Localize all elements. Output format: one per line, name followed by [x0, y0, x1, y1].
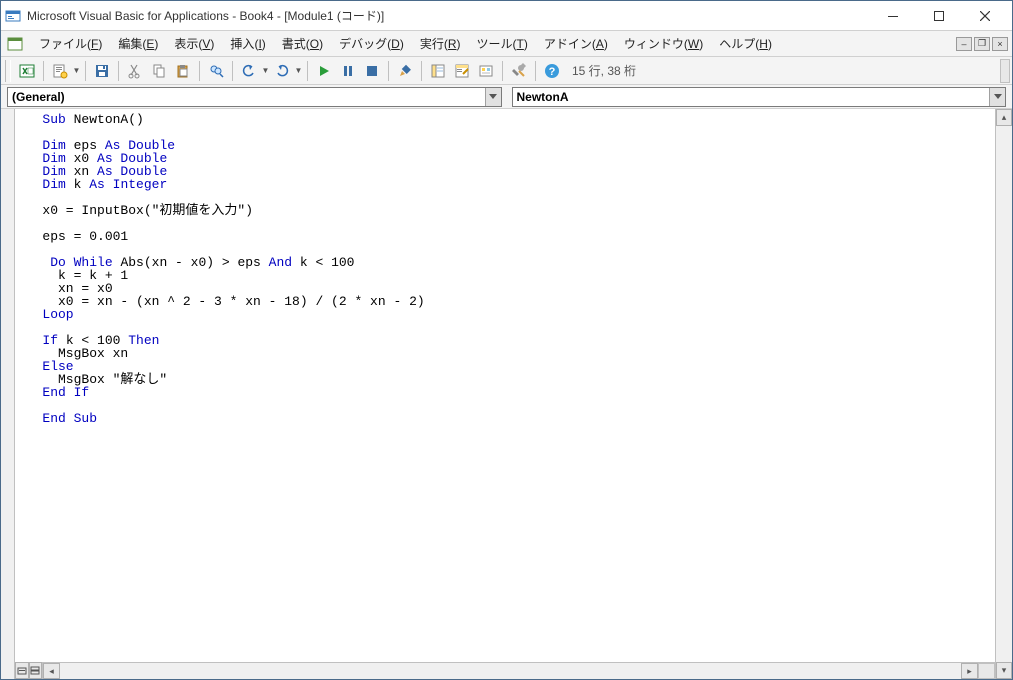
toolbar-overflow[interactable] — [1000, 59, 1010, 83]
menu-help[interactable]: ヘルプ(H) — [711, 32, 780, 55]
menu-bar: ファイル(F) 編集(E) 表示(V) 挿入(I) 書式(O) デバッグ(D) … — [1, 31, 1012, 57]
menu-addins[interactable]: アドイン(A) — [536, 32, 616, 55]
redo-button[interactable] — [271, 60, 293, 82]
mdi-controls: – ❐ × — [956, 37, 1008, 51]
menu-edit[interactable]: 編集(E) — [110, 32, 166, 55]
save-button[interactable] — [91, 60, 113, 82]
procedure-combo-value: NewtonA — [517, 90, 569, 104]
menu-run[interactable]: 実行(R) — [412, 32, 469, 55]
standard-toolbar: ▼ ▼ ▼ ? 15 行, 38 桁 — [1, 57, 1012, 85]
menu-debug[interactable]: デバッグ(D) — [331, 32, 412, 55]
undo-button[interactable] — [238, 60, 260, 82]
procedure-view-button[interactable] — [15, 662, 29, 679]
run-button[interactable] — [313, 60, 335, 82]
vertical-scrollbar[interactable]: ▴ ▾ — [995, 109, 1012, 679]
paste-button[interactable] — [172, 60, 194, 82]
cut-button[interactable] — [124, 60, 146, 82]
cursor-position-status: 15 行, 38 桁 — [572, 62, 636, 79]
project-explorer-button[interactable] — [427, 60, 449, 82]
close-button[interactable] — [962, 2, 1008, 30]
mdi-minimize-button[interactable]: – — [956, 37, 972, 51]
margin-indicator-bar[interactable] — [1, 109, 15, 679]
window-controls — [870, 2, 1008, 30]
help-button[interactable]: ? — [541, 60, 563, 82]
undo-dropdown-icon[interactable]: ▼ — [261, 60, 270, 82]
insert-module-button[interactable] — [49, 60, 71, 82]
redo-dropdown-icon[interactable]: ▼ — [294, 60, 303, 82]
window-title: Microsoft Visual Basic for Applications … — [27, 7, 870, 24]
insert-dropdown-icon[interactable]: ▼ — [72, 60, 81, 82]
design-mode-button[interactable] — [394, 60, 416, 82]
app-icon — [5, 8, 21, 24]
copy-button[interactable] — [148, 60, 170, 82]
object-procedure-bar: (General) NewtonA — [1, 85, 1012, 109]
menu-window[interactable]: ウィンドウ(W) — [616, 32, 711, 55]
code-editor[interactable]: Sub NewtonA() Dim eps As Double Dim x0 A… — [15, 109, 995, 429]
toolbar-grip[interactable] — [5, 60, 11, 82]
menu-file[interactable]: ファイル(F) — [31, 32, 110, 55]
title-bar: Microsoft Visual Basic for Applications … — [1, 1, 1012, 31]
app-window: Microsoft Visual Basic for Applications … — [0, 0, 1013, 680]
menu-view[interactable]: 表示(V) — [166, 32, 222, 55]
object-combo[interactable]: (General) — [7, 87, 502, 107]
reset-button[interactable] — [361, 60, 383, 82]
object-combo-value: (General) — [12, 90, 65, 104]
find-button[interactable] — [205, 60, 227, 82]
object-browser-button[interactable] — [475, 60, 497, 82]
maximize-button[interactable] — [916, 2, 962, 30]
scroll-up-button[interactable]: ▴ — [996, 109, 1012, 126]
menu-tools[interactable]: ツール(T) — [469, 32, 536, 55]
menu-format[interactable]: 書式(O) — [274, 32, 331, 55]
scroll-left-button[interactable]: ◂ — [43, 663, 60, 679]
code-window: Sub NewtonA() Dim eps As Double Dim x0 A… — [1, 109, 1012, 679]
bottom-bar: ◂ ▸ — [15, 662, 995, 679]
procedure-combo[interactable]: NewtonA — [512, 87, 1007, 107]
horizontal-scrollbar[interactable]: ◂ ▸ — [43, 662, 995, 679]
full-module-view-button[interactable] — [29, 662, 43, 679]
scroll-right-button[interactable]: ▸ — [961, 663, 978, 679]
toolbox-button[interactable] — [508, 60, 530, 82]
break-button[interactable] — [337, 60, 359, 82]
scroll-down-button[interactable]: ▾ — [996, 662, 1012, 679]
mdi-close-button[interactable]: × — [992, 37, 1008, 51]
svg-text:?: ? — [549, 66, 556, 78]
minimize-button[interactable] — [870, 2, 916, 30]
code-area: Sub NewtonA() Dim eps As Double Dim x0 A… — [15, 109, 995, 679]
view-excel-button[interactable] — [16, 60, 38, 82]
scroll-corner — [978, 663, 995, 679]
dropdown-arrow-icon[interactable] — [989, 88, 1005, 106]
mdi-restore-button[interactable]: ❐ — [974, 37, 990, 51]
mdi-system-icon[interactable] — [5, 34, 25, 54]
properties-window-button[interactable] — [451, 60, 473, 82]
menu-insert[interactable]: 挿入(I) — [222, 32, 273, 55]
dropdown-arrow-icon[interactable] — [485, 88, 501, 106]
